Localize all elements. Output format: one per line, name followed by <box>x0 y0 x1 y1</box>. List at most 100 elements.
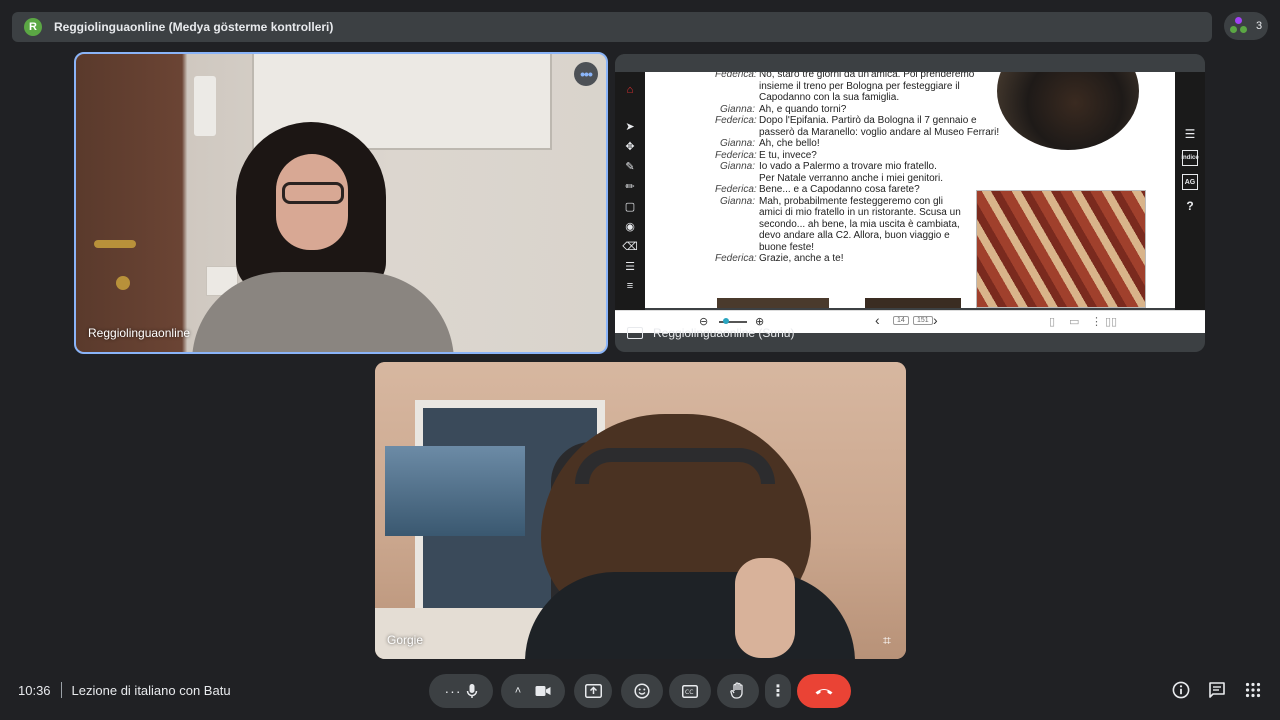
single-page-icon[interactable]: ▯ <box>1049 315 1055 328</box>
list-icon[interactable]: ≡ <box>623 279 637 293</box>
meeting-title: Lezione di italiano con Batu <box>71 682 231 698</box>
dialogue-line: Gianna: Io vado a Palermo a trovare mio f… <box>715 161 1005 173</box>
dialogue-text: Federica: No, starò tre giorni da un'amic… <box>715 72 1005 265</box>
more-options-button[interactable]: ··· <box>429 674 493 708</box>
participant-tile-teacher[interactable]: ••• Reggiolinguaonline <box>74 52 608 354</box>
dialogue-line: Per Natale verranno anche i miei genitor… <box>715 173 1005 185</box>
spotlight-icon[interactable]: ◉ <box>623 219 637 233</box>
dialogue-text-line: Capodanno con la sua famiglia. <box>759 92 900 103</box>
camera-icon <box>535 686 551 696</box>
document-page: Federica: No, starò tre giorni da un'amic… <box>645 72 1175 308</box>
dialogue-speaker <box>715 219 759 231</box>
help-icon[interactable]: ? <box>1182 198 1198 214</box>
index-icon[interactable]: indice <box>1181 150 1199 166</box>
dialogue-speaker <box>715 173 759 185</box>
photo-strip <box>717 298 829 308</box>
info-icon[interactable] <box>1171 680 1191 700</box>
dialogue-text-line: Grazie, anche a te! <box>759 253 844 264</box>
dialogue-speaker: Gianna: <box>719 161 755 172</box>
window-view <box>385 446 525 536</box>
emoji-button[interactable] <box>621 674 663 708</box>
more-options-icon: ··· <box>444 683 462 699</box>
dialogue-text-line: Ah, e quando torni? <box>759 103 847 115</box>
dialogue-speaker <box>715 230 759 242</box>
chevron-up-icon: ˄ <box>514 685 522 697</box>
dialogue-text-line: devo andare alla C2. Allora, buon viaggi… <box>759 230 950 241</box>
pointer-icon[interactable]: ➤ <box>623 119 637 133</box>
pencil-icon[interactable]: ✏ <box>623 179 637 193</box>
dialogue-text-line: E tu, invece? <box>759 149 817 161</box>
chat-icon[interactable] <box>1207 680 1227 700</box>
present-icon <box>584 684 602 698</box>
prev-page-icon[interactable]: ‹ <box>875 312 880 328</box>
dialogue-line: Federica: E tu, invece? <box>715 150 1005 162</box>
participant-name: Reggiolinguaonline <box>88 326 191 340</box>
captions-button[interactable]: CC <box>669 674 711 708</box>
rectangle-icon[interactable]: ▢ <box>623 199 637 213</box>
dialogue-speaker: Gianna: <box>719 103 755 115</box>
tile-more-icon[interactable]: ••• <box>574 62 598 86</box>
dialogue-text-line: secondo... ah bene, la mia uscita è camb… <box>759 218 960 230</box>
dialogue-text-line: passerò da Maranello: voglio andare al M… <box>759 126 1000 138</box>
list-icon[interactable]: ☰ <box>1182 126 1198 142</box>
raise-hand-button[interactable] <box>717 674 759 708</box>
dialogue-line: Gianna: Ah, che bello! <box>715 138 1005 150</box>
font-size-icon[interactable]: AG <box>1182 174 1198 190</box>
end-call-icon <box>815 689 833 695</box>
participant-headphones <box>575 448 775 484</box>
eraser-icon[interactable]: ⌫ <box>622 239 638 253</box>
presentation-tile[interactable]: ⌂ ➤ ✥ ✎ ✏ ▢ ◉ ⌫ ☰ ≡ Federica: No, starò t… <box>615 54 1205 352</box>
zoom-slider[interactable] <box>719 318 747 324</box>
presentation-label: Reggiolinguaonline (Sunu) <box>627 326 794 340</box>
participants-button[interactable]: 3 <box>1224 12 1268 40</box>
page-current[interactable]: 14 <box>893 316 909 325</box>
end-call-button[interactable] <box>797 674 851 708</box>
dialogue-speaker: Federica: <box>715 184 757 195</box>
viewer-side-toolbar: ☰ indice AG ? <box>1175 72 1205 312</box>
home-icon[interactable]: ⌂ <box>623 83 637 97</box>
dialogue-line: Federica: No, starò tre giorni da un'amic… <box>715 72 1005 81</box>
more-vert-button[interactable]: ⋮ <box>765 674 791 708</box>
pen-icon[interactable]: ✎ <box>623 159 637 173</box>
presentation-controls-title: Reggiolinguaonline (Medya gösterme kontr… <box>54 20 334 34</box>
participant-body <box>525 572 855 659</box>
dialogue-text-line: Bene... e a Capodanno cosa farete? <box>759 184 920 195</box>
dialogue-speaker <box>715 81 759 93</box>
photo-strip <box>865 298 961 308</box>
annotation-toolbar: ⌂ ➤ ✥ ✎ ✏ ▢ ◉ ⌫ ☰ ≡ <box>615 72 645 312</box>
dialogue-text-line: insieme il treno per Bologna per festegg… <box>759 80 960 92</box>
presentation-controls-bar[interactable]: R Reggiolinguaonline (Medya gösterme kon… <box>12 12 1212 42</box>
present-button[interactable] <box>574 674 612 708</box>
next-page-icon[interactable]: › <box>933 312 938 328</box>
camera-button[interactable]: ˄ <box>501 674 565 708</box>
dialogue-speaker <box>715 127 759 139</box>
dialogue-line: Gianna: Ah, e quando torni? <box>715 104 1005 116</box>
dialogue-line: amici di mio fratello in un ristorante. … <box>715 207 1005 219</box>
viewer-more-icon[interactable]: ⋮ <box>1091 315 1102 328</box>
double-page-icon[interactable]: ▯▯ <box>1105 315 1117 328</box>
move-icon[interactable]: ✥ <box>623 139 637 153</box>
dialogue-text-line: Per Natale verranno anche i miei genitor… <box>759 172 943 184</box>
divider <box>60 682 62 698</box>
captions-icon: CC <box>682 684 698 698</box>
participant-tile-student[interactable]: ⌗ Gorgie <box>375 362 906 659</box>
dialogue-line: secondo... ah bene, la mia uscita è camb… <box>715 219 1005 231</box>
dialogue-speaker: Federica: <box>715 253 757 264</box>
presentation-name: Reggiolinguaonline (Sunu) <box>653 326 795 340</box>
presentation-top-strip <box>615 54 1205 72</box>
notes-icon[interactable]: ☰ <box>623 259 637 273</box>
more-vert-icon: ⋮ <box>770 683 786 700</box>
crop-icon[interactable]: ⌗ <box>878 631 896 649</box>
fit-page-icon[interactable]: ▭ <box>1069 315 1079 328</box>
dialogue-speaker: Gianna: <box>719 195 755 207</box>
raise-hand-icon <box>730 682 743 699</box>
svg-text:CC: CC <box>685 689 693 696</box>
microphone-icon <box>466 684 477 698</box>
present-icon <box>627 327 643 339</box>
dialogue-speaker <box>715 207 759 219</box>
photo-circle <box>997 72 1139 150</box>
meeting-details: 10:36 Lezione di italiano con Batu <box>18 680 231 700</box>
apps-icon[interactable] <box>1243 680 1263 700</box>
dialogue-line: Capodanno con la sua famiglia. <box>715 92 1005 104</box>
